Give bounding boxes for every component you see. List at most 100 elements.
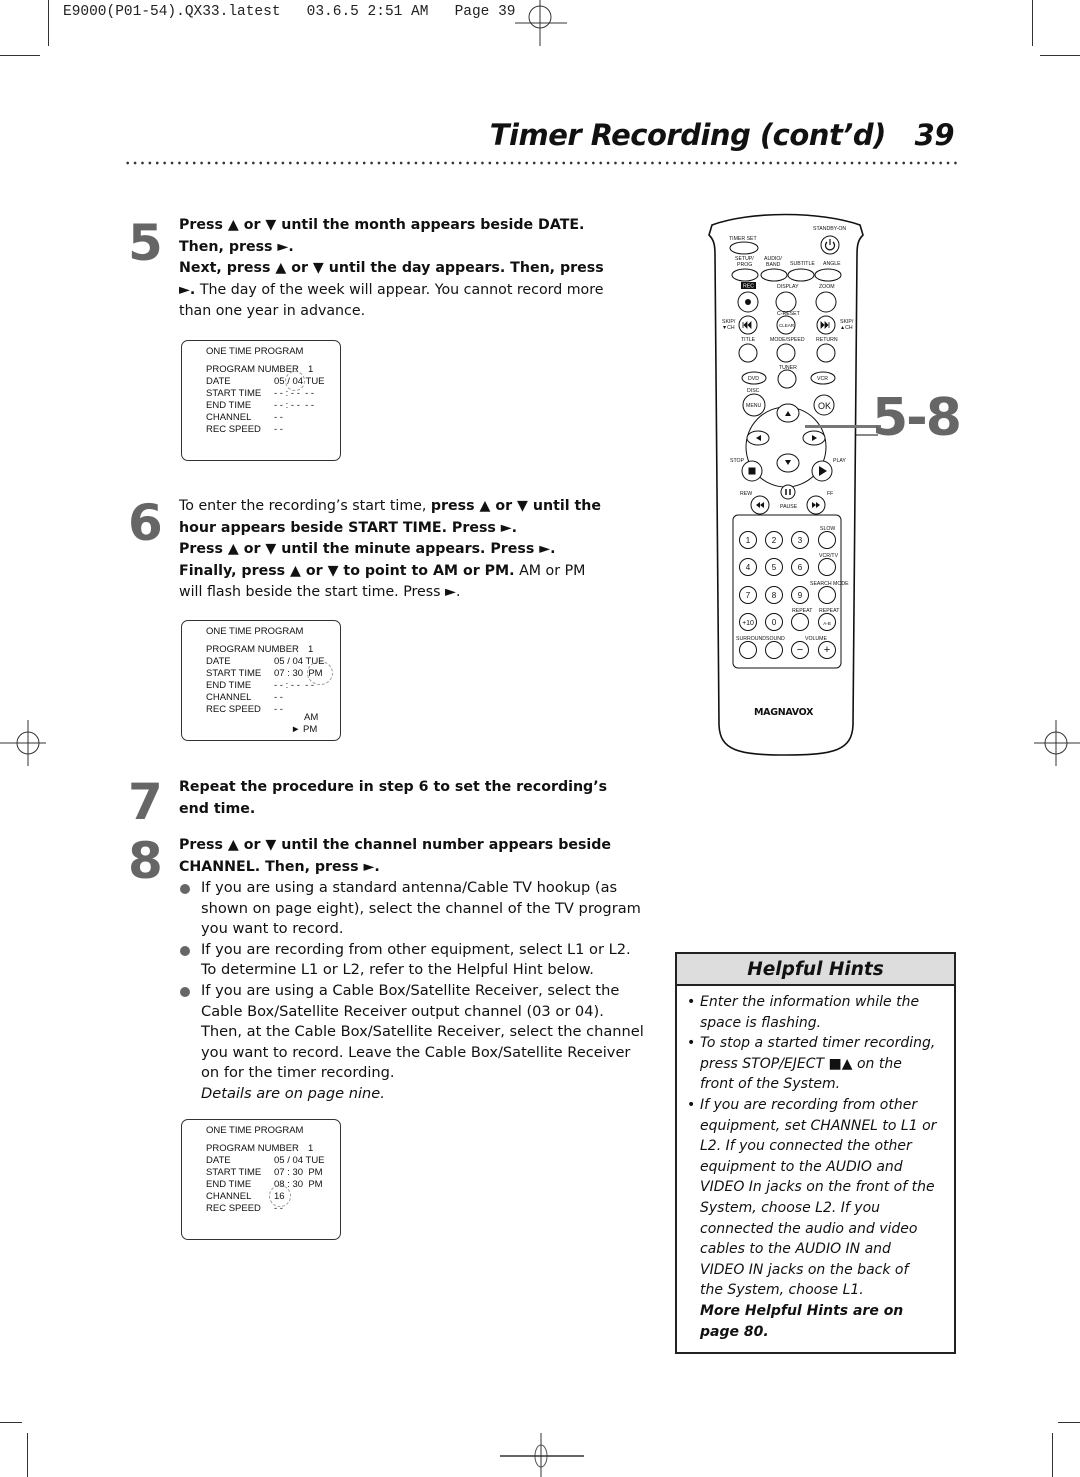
hint-line: press STOP/EJECT ■▲ on the [700,1055,902,1072]
display-button[interactable] [775,291,797,313]
osd-label: PROGRAM NUMBER [206,1143,299,1154]
print-slug: E9000(P01-54).QX33.latest 03.6.5 2:51 AM… [63,4,516,20]
osd-value: 1 [308,644,314,655]
osd-label: CHANNEL [206,412,252,423]
remote-label: CLEAR [779,323,795,328]
dotted-divider [124,161,958,165]
page-number: 39 [914,118,955,152]
bullet-line: you want to record. Leave the Cable Box/… [201,1043,631,1061]
osd-label: PROGRAM NUMBER [206,364,299,375]
remote-label: STOP [730,458,745,464]
bullet-line: If you are using a Cable Box/Satellite R… [201,981,620,999]
callout-leader-line [805,425,881,428]
osd-screen-channel: ONE TIME PROGRAM PROGRAM NUMBER 1 DATE 0… [181,1119,341,1240]
osd-value: - - : - - - - [274,680,315,691]
step-5-line: Next, press ▲ or ▼ until the day appears… [179,260,604,276]
osd-label: DATE [206,656,231,667]
digit-label: 4 [746,563,751,572]
step-8-text: Press ▲ or ▼ until the channel number ap… [179,835,679,878]
osd-value: - - [274,704,283,715]
step-5-line: The day of the week will appear. You can… [195,281,604,298]
hint-line: VIDEO In jacks on the front of the [700,1179,935,1196]
remote-label: VCR/TV [819,553,839,559]
step-7-text: Repeat the procedure in step 6 to set th… [179,777,679,820]
timer-set-button[interactable] [729,241,759,255]
osd-label: END TIME [206,400,252,411]
zoom-button[interactable] [815,291,837,313]
hint-line: equipment to the AUDIO and [700,1158,903,1175]
digit-label: 3 [798,536,803,545]
remote-label: STANDBY-ON [813,226,846,232]
setup-prog-button[interactable] [731,268,759,282]
step-8-line: CHANNEL. Then, press ►. [179,858,380,875]
hint-line: System, choose L2. If you [700,1199,881,1216]
details-note: Details are on page nine. [201,1084,385,1102]
vcr-tv-button[interactable] [818,558,836,576]
digit-label: 1 [746,536,751,545]
page-title: Timer Recording (cont’d) 39 [490,118,955,152]
bullet-line: shown on page eight), select the channel… [201,899,641,917]
repeat-button[interactable] [791,613,809,631]
registration-mark-icon [515,0,567,46]
sound-button[interactable] [765,641,783,659]
osd-label: PROGRAM NUMBER [206,644,299,655]
hint-line: L2. If you connected the other [700,1138,912,1155]
osd-label: START TIME [206,668,262,679]
title-button[interactable] [738,343,758,363]
slow-button[interactable] [818,531,836,549]
angle-button[interactable] [814,268,842,282]
osd-label: REC SPEED [206,424,261,435]
bullet-line: To determine L1 or L2, refer to the Help… [201,961,594,979]
hint-line: If you are recording from other [700,1096,918,1113]
hint-item: • Enter the information while the space … [687,992,946,1033]
osd-value: - - [274,424,283,435]
button-label: A-B [823,621,831,626]
pause-button[interactable] [780,484,796,500]
digit-label: +10 [742,620,754,627]
bullet-icon: • [687,994,696,1010]
hint-item: • If you are recording from other equipm… [687,1095,946,1301]
step-8-line: Press ▲ or ▼ until the channel number ap… [179,837,612,853]
step-5-line: Then, press ►. [179,238,294,255]
osd-label: REC SPEED [206,1203,261,1214]
remote-label: VOLUME [805,636,827,642]
remote-label: SOUND [766,636,785,642]
step-number-8: 8 [128,832,163,890]
registration-mark-icon [0,720,46,766]
step-6-line: Press ▲ or ▼ until the minute appears. P… [179,541,556,557]
digit-label: 8 [772,591,777,600]
search-mode-button[interactable] [818,586,836,604]
osd-screen-date: ONE TIME PROGRAM PROGRAM NUMBER 1 DATE 0… [181,340,341,461]
digit-label: 7 [746,591,751,600]
osd-label: REC SPEED [206,704,261,715]
remote-label: FF [827,491,833,497]
subtitle-button[interactable] [787,268,815,282]
audio-band-button[interactable] [760,268,788,282]
osd-value: 1 [308,1143,314,1154]
osd-label: DATE [206,376,231,387]
digit-label: 0 [772,618,777,627]
step-6-line: will flash beside the start time. Press … [179,584,461,600]
step-5-line: than one year in advance. [179,303,366,319]
bullet-item: If you are using a Cable Box/Satellite R… [178,981,668,1105]
osd-value: - - [274,692,283,703]
bullet-line: on for the timer recording. [201,1064,395,1082]
more-hints-page: page 80. [700,1323,769,1340]
osd-label: CHANNEL [206,692,252,703]
hint-item: • To stop a started timer recording, pre… [687,1033,946,1095]
osd-label: END TIME [206,680,252,691]
remote-label: MENU [746,403,762,409]
osd-value: - - [274,412,283,423]
step-7-line: end time. [179,800,256,817]
digit-label: 6 [798,563,803,572]
osd-value: - - : - - - - [274,400,315,411]
return-button[interactable] [816,343,836,363]
remote-label: REW [740,491,752,497]
tuner-button[interactable] [777,369,797,389]
remote-label: VCR [817,376,828,382]
step-number-7: 7 [128,773,163,831]
mode-speed-button[interactable] [776,343,796,363]
osd-title: ONE TIME PROGRAM [206,346,304,357]
osd-label: CHANNEL [206,1191,252,1202]
surround-button[interactable] [739,641,757,659]
